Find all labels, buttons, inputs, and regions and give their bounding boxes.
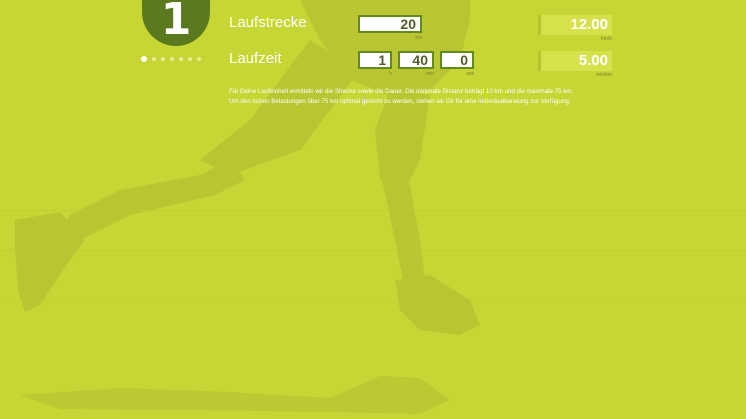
step-dot-7[interactable] bbox=[197, 57, 201, 61]
step-number: 1 bbox=[160, 0, 192, 45]
step-dot-4[interactable] bbox=[170, 57, 174, 61]
step-pagination bbox=[141, 56, 201, 62]
distance-unit: km bbox=[415, 35, 422, 41]
seconds-unit: sek bbox=[466, 71, 474, 77]
minutes-input[interactable]: 40 bbox=[398, 51, 434, 69]
description-line-2: Um den hohen Belastungen über 75 km opti… bbox=[229, 98, 571, 105]
hours-input[interactable]: 1 bbox=[358, 51, 392, 69]
hours-unit: h bbox=[389, 71, 392, 77]
distance-label: Laufstrecke bbox=[229, 14, 307, 31]
pace-result: 5.00 bbox=[538, 51, 612, 71]
pace-unit: min/km bbox=[595, 72, 612, 78]
speed-result: 12.00 bbox=[538, 15, 612, 35]
description-text: Für Deine Laufeinheit ermitteln wir die … bbox=[229, 87, 619, 107]
description-line-1: Für Deine Laufeinheit ermitteln wir die … bbox=[229, 88, 574, 95]
step-dot-1[interactable] bbox=[141, 56, 147, 62]
step-dot-3[interactable] bbox=[161, 57, 165, 61]
speed-unit: km/h bbox=[601, 36, 612, 42]
seconds-input[interactable]: 0 bbox=[440, 51, 474, 69]
distance-input[interactable]: 20 bbox=[358, 15, 422, 33]
step-dot-5[interactable] bbox=[179, 57, 183, 61]
duration-label: Laufzeit bbox=[229, 50, 282, 67]
step-dot-2[interactable] bbox=[152, 57, 156, 61]
step-dot-6[interactable] bbox=[188, 57, 192, 61]
minutes-unit: min bbox=[425, 71, 434, 77]
